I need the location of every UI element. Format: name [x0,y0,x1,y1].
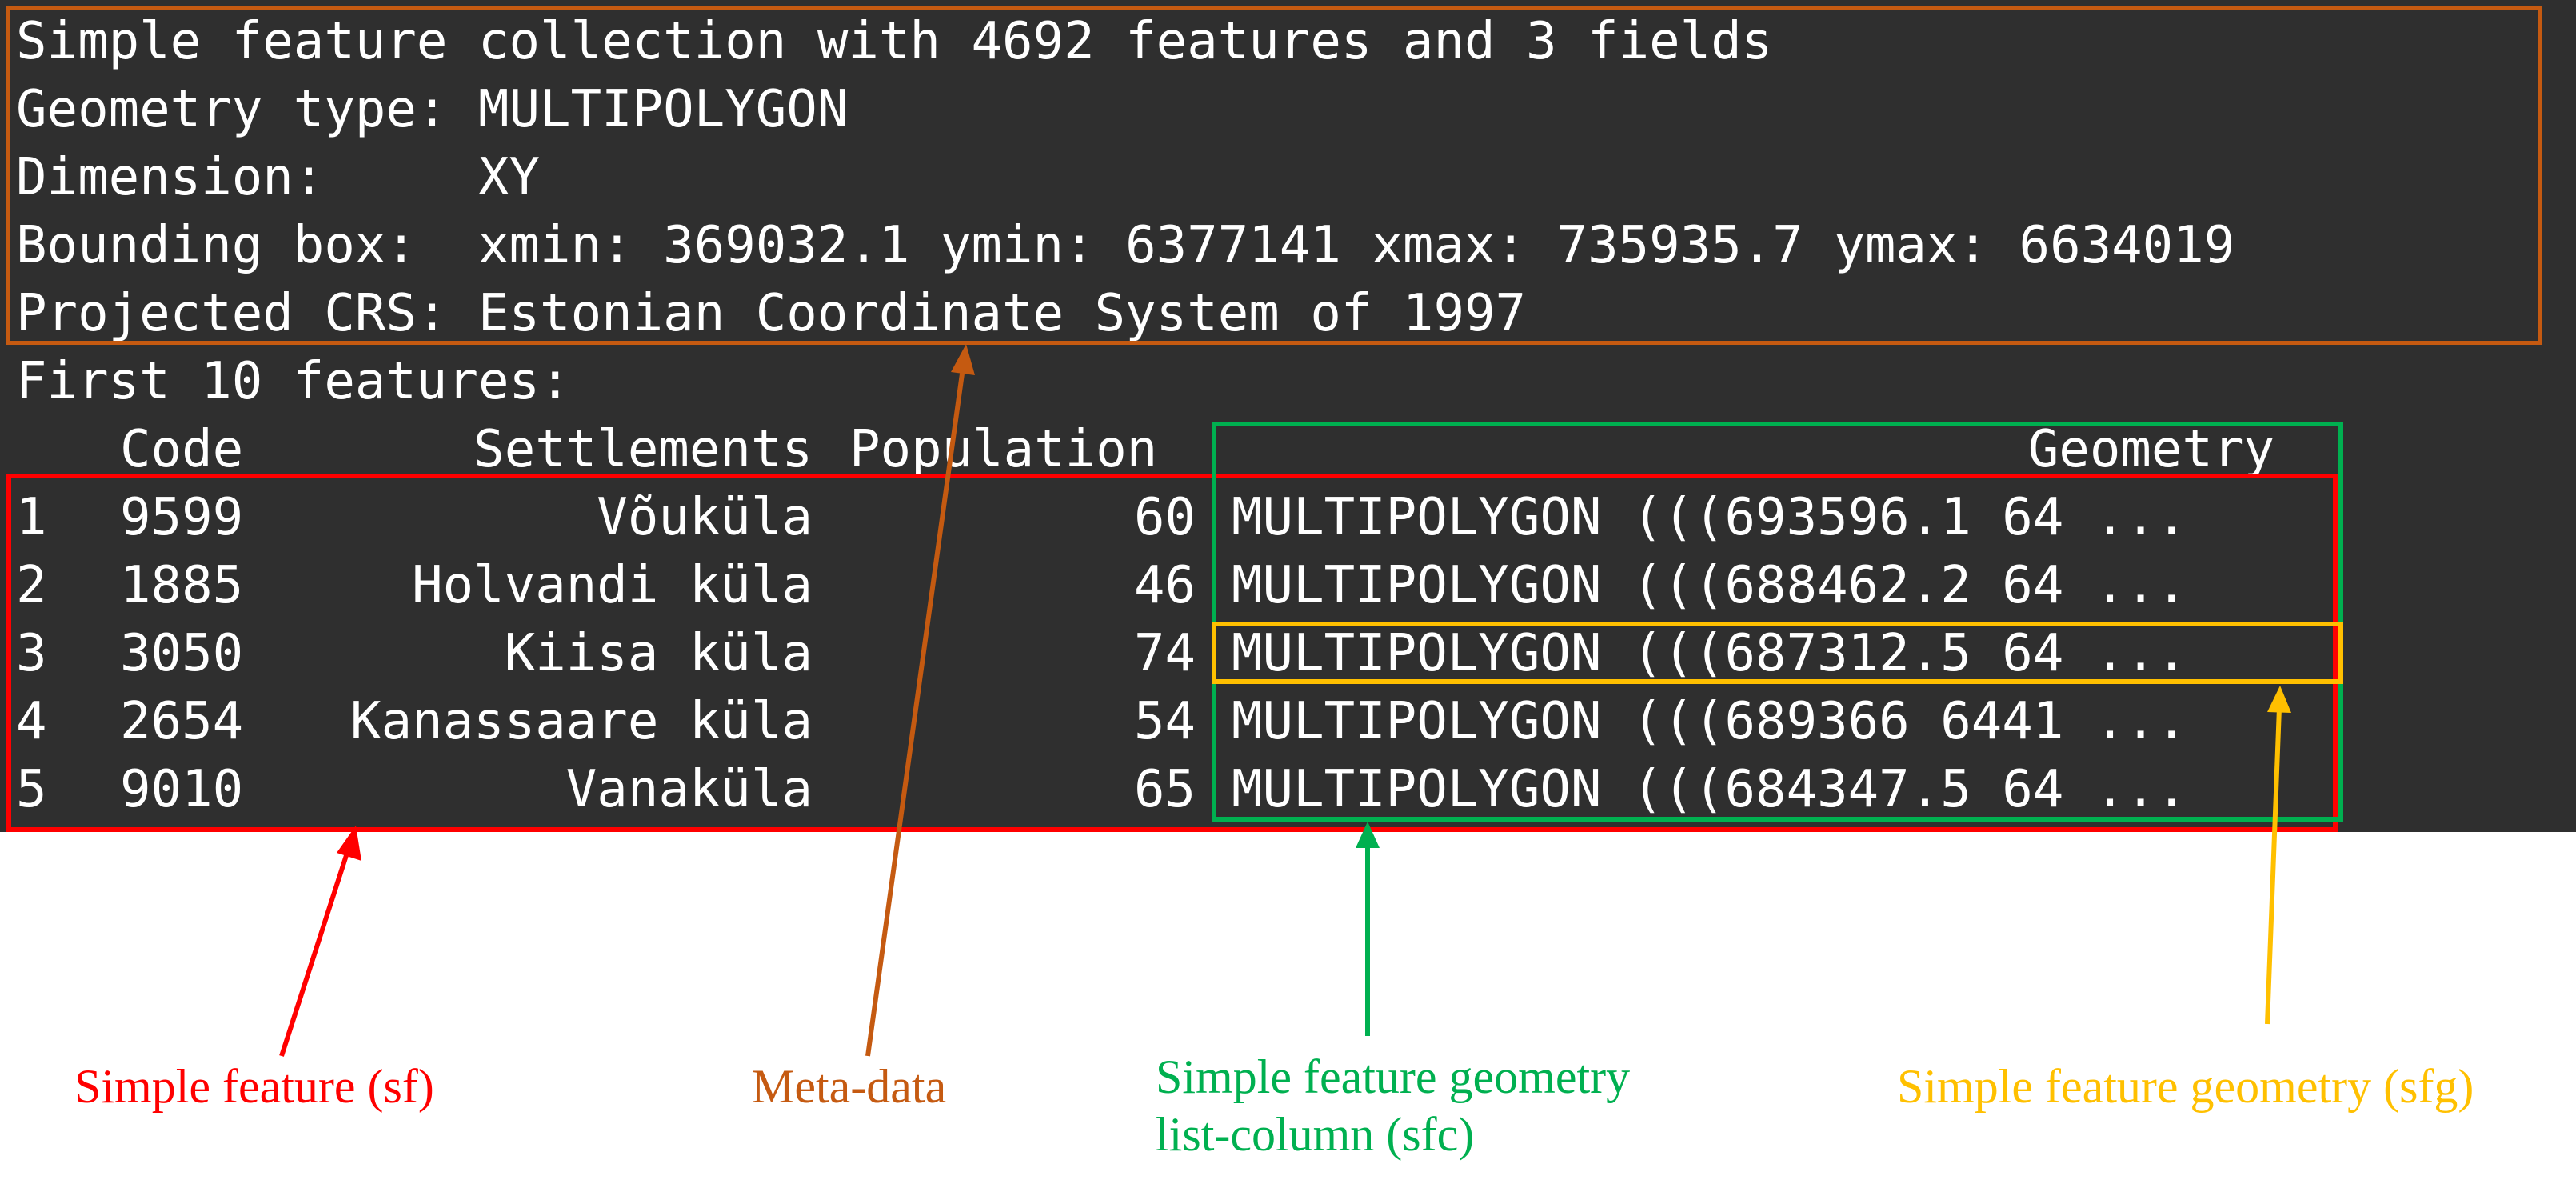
sfg-label: Simple feature geometry (sfg) [1897,1060,2474,1113]
meta-arrow [865,344,975,1057]
sfg-arrow [2265,686,2291,1025]
metadata-label: Meta-data [752,1060,947,1113]
sf-label: Simple feature (sf) [74,1060,434,1113]
sfc-label-line1: Simple feature geometry [1156,1050,1631,1103]
sfc-arrow [1356,822,1380,1036]
sf-arrow [279,826,361,1057]
sfc-label-line2: list-column (sfc) [1156,1108,1475,1161]
annotation-arrows [279,344,2291,1057]
